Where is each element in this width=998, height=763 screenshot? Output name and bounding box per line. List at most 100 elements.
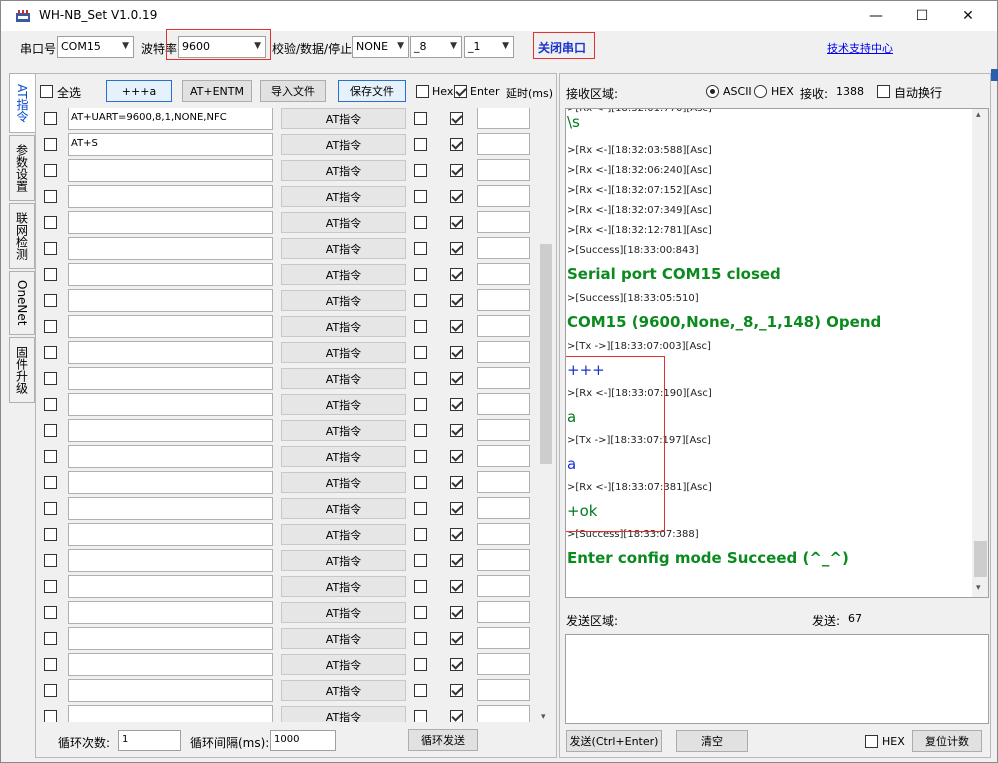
delay-input[interactable]: [477, 211, 530, 233]
import-file-button[interactable]: 导入文件: [260, 80, 326, 102]
row-enter-checkbox[interactable]: [450, 268, 463, 281]
row-select-checkbox[interactable]: [44, 242, 57, 255]
row-hex-checkbox[interactable]: [414, 372, 427, 385]
row-hex-checkbox[interactable]: [414, 242, 427, 255]
row-select-checkbox[interactable]: [44, 320, 57, 333]
delay-input[interactable]: [477, 627, 530, 649]
row-hex-checkbox[interactable]: [414, 216, 427, 229]
send-at-button[interactable]: AT指令: [281, 472, 406, 493]
command-input[interactable]: [68, 679, 273, 702]
command-input[interactable]: AT+UART=9600,8,1,NONE,NFC: [68, 108, 273, 130]
row-enter-checkbox[interactable]: [450, 372, 463, 385]
delay-input[interactable]: [477, 237, 530, 259]
row-hex-checkbox[interactable]: [414, 632, 427, 645]
delay-input[interactable]: [477, 263, 530, 285]
loop-send-button[interactable]: 循环发送: [408, 729, 478, 751]
row-enter-checkbox[interactable]: [450, 658, 463, 671]
send-at-button[interactable]: AT指令: [281, 628, 406, 649]
row-hex-checkbox[interactable]: [414, 580, 427, 593]
row-enter-checkbox[interactable]: [450, 424, 463, 437]
at-entm-button[interactable]: AT+ENTM: [182, 80, 252, 102]
send-at-button[interactable]: AT指令: [281, 316, 406, 337]
command-input[interactable]: [68, 211, 273, 234]
delay-input[interactable]: [477, 653, 530, 675]
command-input[interactable]: [68, 601, 273, 624]
delay-input[interactable]: [477, 471, 530, 493]
receive-scrollbar[interactable]: ▴ ▾: [972, 109, 988, 597]
autowrap-checkbox[interactable]: [877, 85, 890, 98]
scroll-down-icon[interactable]: ▾: [541, 712, 546, 722]
command-input[interactable]: [68, 549, 273, 572]
tab-at-commands[interactable]: AT指令: [9, 73, 35, 133]
scroll-up-icon[interactable]: ▴: [976, 110, 981, 120]
send-at-button[interactable]: AT指令: [281, 550, 406, 571]
row-enter-checkbox[interactable]: [450, 684, 463, 697]
row-enter-checkbox[interactable]: [450, 554, 463, 567]
row-select-checkbox[interactable]: [44, 554, 57, 567]
parity-select[interactable]: NONE ▼: [352, 36, 409, 58]
row-enter-checkbox[interactable]: [450, 242, 463, 255]
send-at-button[interactable]: AT指令: [281, 524, 406, 545]
delay-input[interactable]: [477, 289, 530, 311]
send-at-button[interactable]: AT指令: [281, 446, 406, 467]
row-select-checkbox[interactable]: [44, 710, 57, 722]
select-all-checkbox[interactable]: [40, 85, 53, 98]
scroll-down-icon[interactable]: ▾: [976, 583, 981, 593]
row-hex-checkbox[interactable]: [414, 268, 427, 281]
send-at-button[interactable]: AT指令: [281, 290, 406, 311]
hex-radio[interactable]: [754, 85, 767, 98]
row-hex-checkbox[interactable]: [414, 112, 427, 125]
command-input[interactable]: [68, 497, 273, 520]
command-input[interactable]: [68, 393, 273, 416]
row-enter-checkbox[interactable]: [450, 320, 463, 333]
send-at-button[interactable]: AT指令: [281, 576, 406, 597]
row-hex-checkbox[interactable]: [414, 450, 427, 463]
row-hex-checkbox[interactable]: [414, 346, 427, 359]
delay-input[interactable]: [477, 549, 530, 571]
command-scrollbar[interactable]: ▾: [538, 108, 554, 722]
row-select-checkbox[interactable]: [44, 502, 57, 515]
row-select-checkbox[interactable]: [44, 372, 57, 385]
row-hex-checkbox[interactable]: [414, 502, 427, 515]
row-select-checkbox[interactable]: [44, 164, 57, 177]
row-enter-checkbox[interactable]: [450, 294, 463, 307]
command-input[interactable]: [68, 705, 273, 722]
row-select-checkbox[interactable]: [44, 268, 57, 281]
maximize-button[interactable]: ☐: [899, 1, 945, 31]
command-input[interactable]: [68, 523, 273, 546]
row-select-checkbox[interactable]: [44, 606, 57, 619]
row-enter-checkbox[interactable]: [450, 710, 463, 722]
delay-input[interactable]: [477, 601, 530, 623]
row-enter-checkbox[interactable]: [450, 164, 463, 177]
tab-onenet[interactable]: OneNet: [9, 271, 35, 335]
minimize-button[interactable]: —: [853, 1, 899, 31]
command-input[interactable]: [68, 419, 273, 442]
send-at-button[interactable]: AT指令: [281, 238, 406, 259]
send-textarea[interactable]: [565, 634, 989, 724]
delay-input[interactable]: [477, 705, 530, 722]
row-enter-checkbox[interactable]: [450, 190, 463, 203]
receive-log[interactable]: >[Rx <-][18:32:01:770][Asc] \s >[Rx <-][1…: [565, 108, 989, 598]
row-enter-checkbox[interactable]: [450, 346, 463, 359]
send-at-button[interactable]: AT指令: [281, 368, 406, 389]
row-enter-checkbox[interactable]: [450, 216, 463, 229]
delay-input[interactable]: [477, 367, 530, 389]
command-input[interactable]: [68, 575, 273, 598]
command-input[interactable]: AT+S: [68, 133, 273, 156]
command-input[interactable]: [68, 341, 273, 364]
send-at-button[interactable]: AT指令: [281, 498, 406, 519]
tab-firmware[interactable]: 固件升级: [9, 337, 35, 403]
send-at-button[interactable]: AT指令: [281, 212, 406, 233]
delay-input[interactable]: [477, 445, 530, 467]
command-input[interactable]: [68, 315, 273, 338]
command-input[interactable]: [68, 445, 273, 468]
row-enter-checkbox[interactable]: [450, 502, 463, 515]
delay-input[interactable]: [477, 108, 530, 129]
command-input[interactable]: [68, 185, 273, 208]
delay-input[interactable]: [477, 575, 530, 597]
row-hex-checkbox[interactable]: [414, 684, 427, 697]
row-select-checkbox[interactable]: [44, 190, 57, 203]
send-at-button[interactable]: AT指令: [281, 186, 406, 207]
row-enter-checkbox[interactable]: [450, 112, 463, 125]
row-select-checkbox[interactable]: [44, 346, 57, 359]
